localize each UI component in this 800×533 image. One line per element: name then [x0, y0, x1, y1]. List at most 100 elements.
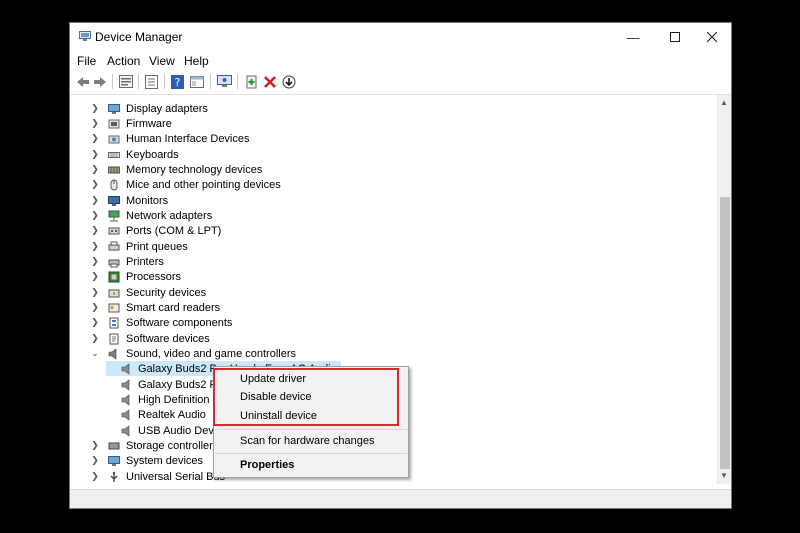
chevron-right-icon[interactable]: ❯: [90, 455, 100, 466]
storage-icon: [108, 442, 120, 449]
tree-item-label: Processors: [126, 270, 182, 283]
memory-icon: [108, 166, 120, 173]
minimize-icon: —: [626, 29, 640, 45]
menu-separator: [215, 429, 407, 430]
toolbar: ?: [70, 70, 731, 95]
tree-item-software-components[interactable]: ❯ Software components: [90, 315, 232, 330]
chevron-right-icon[interactable]: ❯: [90, 133, 100, 144]
chevron-right-icon[interactable]: ❯: [90, 179, 100, 190]
close-button[interactable]: [691, 23, 731, 51]
processor-icon: [108, 271, 120, 282]
chevron-right-icon[interactable]: ❯: [90, 317, 100, 328]
chevron-right-icon[interactable]: ❯: [90, 225, 100, 236]
tree-item-mice[interactable]: ❯ Mice and other pointing devices: [90, 177, 281, 192]
tree-item-hid[interactable]: ❯ Human Interface Devices: [90, 131, 250, 146]
tree-item-printers[interactable]: ❯ Printers: [90, 254, 164, 269]
keyboard-icon: [108, 151, 120, 158]
tree-item-keyboards[interactable]: ❯ Keyboards: [90, 147, 178, 162]
tree-item-label: System devices: [126, 454, 204, 467]
tree-item-storage-controllers[interactable]: ❯ Storage controllers: [90, 438, 218, 453]
tree-item-ports[interactable]: ❯ Ports (COM & LPT): [90, 223, 221, 238]
tree-item-security-devices[interactable]: ❯ Security devices: [90, 285, 206, 300]
chevron-right-icon[interactable]: ❯: [90, 241, 100, 252]
tree-item-print-queues[interactable]: ❯ Print queues: [90, 239, 188, 254]
tree-item-system-devices[interactable]: ❯ System devices: [90, 453, 203, 468]
toolbar-separator: [112, 74, 113, 89]
tree-child-usb-audio[interactable]: USB Audio Devic: [106, 423, 222, 438]
device-list-button[interactable]: [143, 73, 160, 90]
hid-icon: [108, 135, 120, 143]
chevron-right-icon[interactable]: ❯: [90, 103, 100, 114]
toolbar-separator: [237, 74, 238, 89]
port-icon: [108, 227, 120, 234]
annotation-highlight: [213, 368, 399, 426]
tree-item-software-devices[interactable]: ❯ Software devices: [90, 331, 210, 346]
tree-item-label: Display adapters: [126, 102, 208, 115]
tree-item-network-adapters[interactable]: ❯ Network adapters: [90, 208, 212, 223]
title-bar[interactable]: Device Manager —: [70, 23, 731, 51]
menu-properties[interactable]: Properties: [240, 459, 294, 471]
tree-item-display-adapters[interactable]: ❯ Display adapters: [90, 101, 208, 116]
tree-item-label: Human Interface Devices: [126, 132, 250, 145]
help-button[interactable]: ?: [169, 73, 186, 90]
tree-item-sound-video-game[interactable]: ⌄ Sound, video and game controllers: [90, 346, 296, 361]
tree-item-processors[interactable]: ❯ Processors: [90, 269, 181, 284]
chevron-right-icon[interactable]: ❯: [90, 287, 100, 298]
chevron-right-icon[interactable]: ❯: [90, 149, 100, 160]
tree-item-label: Sound, video and game controllers: [126, 347, 296, 360]
device-manager-icon: [79, 31, 91, 41]
scroll-up-icon[interactable]: ▲: [720, 98, 728, 107]
chevron-right-icon[interactable]: ❯: [90, 440, 100, 451]
chevron-right-icon[interactable]: ❯: [90, 471, 100, 482]
scrollbar-thumb[interactable]: [720, 197, 730, 469]
update-driver-button[interactable]: [243, 73, 260, 90]
forward-arrow-icon: [93, 76, 106, 87]
enable-device-button[interactable]: [280, 73, 297, 90]
chevron-right-icon[interactable]: ❯: [90, 164, 100, 175]
speaker-icon: [121, 378, 130, 391]
tree-item-label: Software devices: [126, 332, 210, 345]
toolbar-separator: [138, 74, 139, 89]
mouse-icon: [110, 179, 118, 190]
menu-help[interactable]: Help: [184, 54, 209, 68]
toolbar-separator: [164, 74, 165, 89]
scroll-down-icon[interactable]: ▼: [720, 471, 728, 480]
tree-item-smart-card-readers[interactable]: ❯ Smart card readers: [90, 300, 220, 315]
tree-item-memory[interactable]: ❯ Memory technology devices: [90, 162, 262, 177]
tree-child-galaxy-buds-stereo[interactable]: Galaxy Buds2 Pr: [106, 377, 221, 392]
chevron-down-icon[interactable]: ⌄: [90, 348, 100, 359]
tree-item-firmware[interactable]: ❯ Firmware: [90, 116, 172, 131]
chevron-right-icon[interactable]: ❯: [90, 333, 100, 344]
menu-view[interactable]: View: [149, 54, 175, 68]
tree-child-realtek-audio[interactable]: Realtek Audio: [106, 407, 206, 422]
tree-item-label: Printers: [126, 255, 164, 268]
tree-item-monitors[interactable]: ❯ Monitors: [90, 193, 168, 208]
forward-button[interactable]: [91, 73, 108, 90]
chevron-right-icon[interactable]: ❯: [90, 118, 100, 129]
display-adapter-icon: [108, 103, 120, 114]
chevron-right-icon[interactable]: ❯: [90, 256, 100, 267]
smart-card-icon: [108, 303, 120, 312]
printer-icon: [108, 259, 120, 267]
view-button[interactable]: [188, 73, 205, 90]
chevron-right-icon[interactable]: ❯: [90, 302, 100, 313]
menu-file[interactable]: File: [77, 54, 96, 68]
minimize-button[interactable]: —: [612, 23, 654, 51]
chevron-right-icon[interactable]: ❯: [90, 195, 100, 206]
chevron-right-icon[interactable]: ❯: [90, 210, 100, 221]
properties-button[interactable]: [117, 73, 134, 90]
tree-child-high-definition[interactable]: High Definition: [106, 392, 210, 407]
speaker-icon: [121, 393, 130, 406]
tree-item-usb[interactable]: ❯ Universal Serial Bus: [90, 469, 225, 484]
software-component-icon: [109, 317, 119, 328]
chevron-right-icon[interactable]: ❯: [90, 271, 100, 282]
menu-scan-hardware[interactable]: Scan for hardware changes: [240, 435, 375, 447]
uninstall-button[interactable]: [261, 73, 278, 90]
network-icon: [108, 210, 120, 221]
scan-hardware-button[interactable]: [216, 73, 233, 90]
back-button[interactable]: [74, 73, 91, 90]
menu-action[interactable]: Action: [107, 54, 140, 68]
vertical-scrollbar[interactable]: ▲ ▼: [717, 95, 731, 484]
tree-item-label: Ports (COM & LPT): [126, 224, 222, 237]
maximize-button[interactable]: [654, 23, 696, 51]
